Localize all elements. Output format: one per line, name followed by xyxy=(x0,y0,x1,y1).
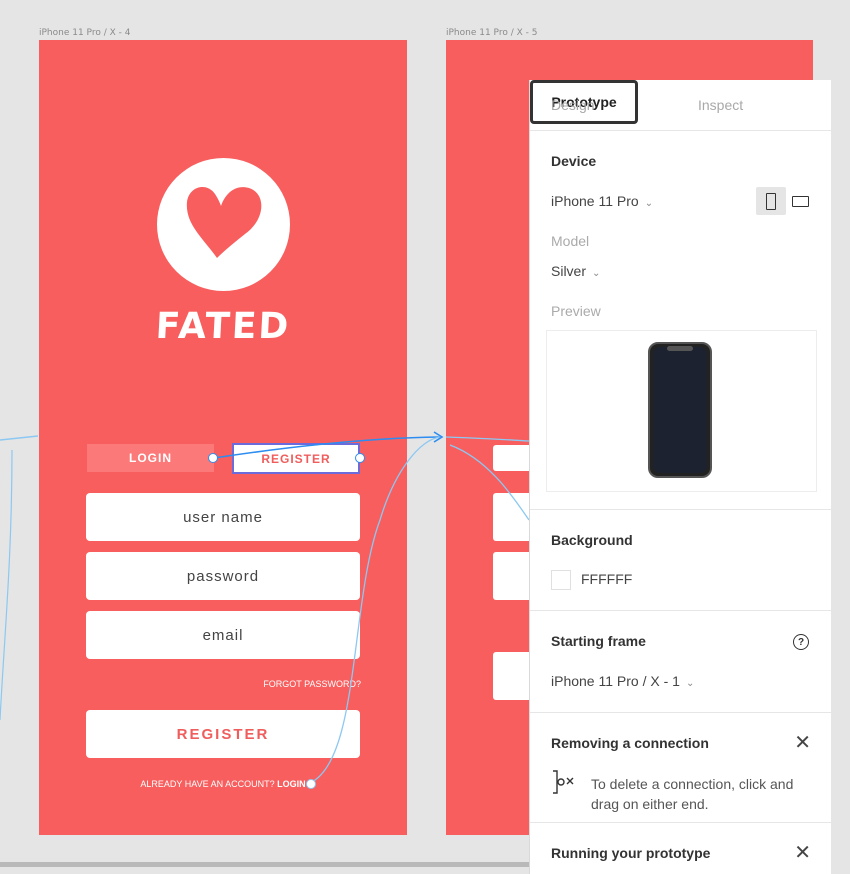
removing-connection-hint: To delete a connection, click and drag o… xyxy=(591,776,794,812)
panel-tabs: Design Inspect Prototype xyxy=(530,80,831,131)
starting-frame-value: iPhone 11 Pro / X - 1 xyxy=(551,673,680,689)
register-button[interactable]: REGISTER xyxy=(86,710,360,758)
connection-handle[interactable] xyxy=(208,453,218,463)
heart-icon xyxy=(186,187,262,258)
starting-frame-dropdown[interactable]: iPhone 11 Pro / X - 1 ⌄ xyxy=(551,673,694,689)
already-have-account: ALREADY HAVE AN ACCOUNT? LOGIN xyxy=(39,779,407,789)
prototype-panel: Design Inspect Prototype Device iPhone 1… xyxy=(529,80,831,874)
device-value: iPhone 11 Pro xyxy=(551,193,639,209)
running-prototype-title: Running your prototype xyxy=(551,845,711,861)
brand-title: FATED xyxy=(154,306,292,347)
divider xyxy=(530,610,831,611)
close-icon[interactable]: ✕ xyxy=(794,733,811,753)
login-link[interactable]: LOGIN xyxy=(277,779,306,789)
username-field[interactable]: user name xyxy=(86,493,360,541)
connection-handle[interactable] xyxy=(306,779,316,789)
chevron-down-icon: ⌄ xyxy=(644,198,654,209)
close-icon[interactable]: ✕ xyxy=(794,843,811,863)
disconnect-icon xyxy=(553,770,574,794)
tab-design[interactable]: Design xyxy=(551,97,595,113)
already-text: ALREADY HAVE AN ACCOUNT? xyxy=(140,779,275,789)
background-hex[interactable]: FFFFFF xyxy=(581,571,632,587)
chevron-down-icon: ⌄ xyxy=(685,678,695,689)
device-preview xyxy=(546,330,817,492)
chevron-down-icon: ⌄ xyxy=(592,268,601,279)
divider xyxy=(530,712,831,713)
model-dropdown[interactable]: Silver ⌄ xyxy=(551,263,600,279)
frame-label-4[interactable]: iPhone 11 Pro / X - 4 xyxy=(39,28,130,38)
background-color-swatch[interactable] xyxy=(551,570,571,590)
frame-iphone-x-4[interactable]: FATED LOGIN REGISTER user name password … xyxy=(39,40,407,835)
help-icon[interactable]: ? xyxy=(793,634,809,650)
device-title: Device xyxy=(551,153,597,169)
login-tab[interactable]: LOGIN xyxy=(87,444,214,472)
canvas-scrollbar[interactable] xyxy=(0,862,529,867)
landscape-orientation-button[interactable] xyxy=(792,196,809,207)
frame-label-5[interactable]: iPhone 11 Pro / X - 5 xyxy=(446,28,537,38)
model-value: Silver xyxy=(551,263,587,279)
device-dropdown[interactable]: iPhone 11 Pro ⌄ xyxy=(551,193,653,209)
portrait-icon xyxy=(766,193,776,210)
preview-title: Preview xyxy=(551,303,601,319)
model-title: Model xyxy=(551,233,590,249)
removing-connection-title: Removing a connection xyxy=(551,735,709,751)
divider xyxy=(530,822,831,823)
background-title: Background xyxy=(551,532,633,548)
email-field[interactable]: email xyxy=(86,611,360,659)
starting-frame-title: Starting frame xyxy=(551,633,646,649)
password-field[interactable]: password xyxy=(86,552,360,600)
register-tab[interactable]: REGISTER xyxy=(232,443,360,474)
forgot-password-link[interactable]: FORGOT PASSWORD? xyxy=(263,679,361,689)
iphone-preview-image xyxy=(648,342,712,478)
connection-handle[interactable] xyxy=(355,453,365,463)
tab-inspect[interactable]: Inspect xyxy=(698,97,743,113)
portrait-orientation-button[interactable] xyxy=(756,187,786,215)
divider xyxy=(530,509,831,510)
logo xyxy=(157,158,290,291)
